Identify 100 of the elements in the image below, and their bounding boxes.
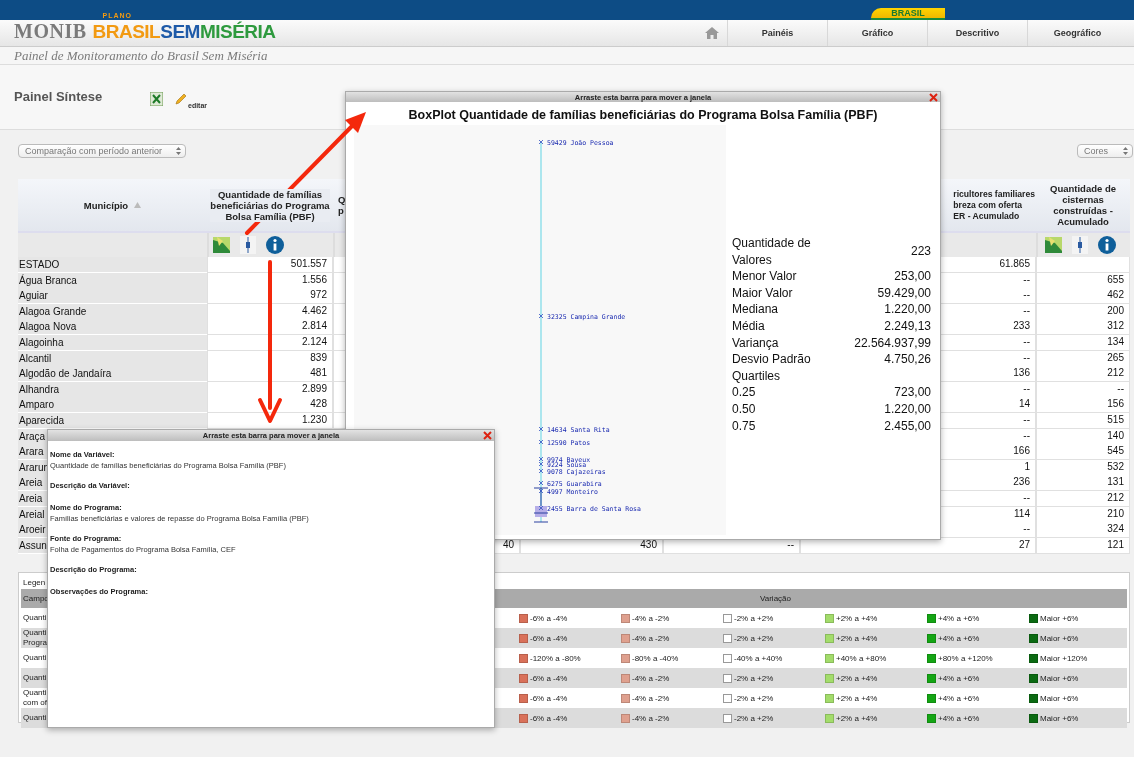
stat-label: Quartiles: [732, 367, 782, 385]
table-cell: 156: [1036, 397, 1130, 414]
range-label: -80% a -40%: [632, 653, 679, 663]
period-select[interactable]: Comparação com período anterior: [18, 144, 186, 158]
table-cell: 324: [1036, 522, 1130, 539]
legend-title: Legen: [22, 577, 47, 590]
range-label: +2% a +4%: [836, 613, 878, 623]
range-label: -4% a -2%: [632, 673, 670, 683]
boxplot-icon[interactable]: [240, 236, 256, 254]
panel-title: Painel Síntese: [14, 89, 104, 104]
column-header[interactable]: Q p: [338, 194, 346, 216]
table-cell: 312: [1036, 319, 1130, 336]
column-header[interactable]: Município: [83, 199, 129, 211]
table-cell: 131: [1036, 475, 1130, 492]
stat-label: 0.25: [732, 384, 757, 401]
field-name: Quanti: [22, 713, 47, 724]
range-label: +2% a +4%: [836, 633, 878, 643]
range-label: +4% a +6%: [938, 713, 980, 723]
close-icon[interactable]: [929, 93, 938, 102]
map-icon[interactable]: [213, 237, 230, 253]
range-label: -2% a +2%: [734, 633, 774, 643]
range-label: +4% a +6%: [938, 673, 980, 683]
map-icon[interactable]: [1045, 237, 1062, 253]
page-subtitle: Painel de Monitoramento do Brasil Sem Miséria: [0, 47, 1134, 65]
pencil-icon[interactable]: [175, 93, 187, 105]
column-header[interactable]: Quantidade de famílias beneficiárias do Programa Bolsa Família (PBF): [210, 188, 330, 222]
table-cell: 481: [207, 366, 333, 383]
range-label: -2% a +2%: [734, 673, 774, 683]
stat-label: 0.50: [732, 400, 757, 418]
logo-text: MONIB: [14, 20, 87, 43]
range-label: +2% a +4%: [836, 713, 878, 723]
range-label: Maior +6%: [1040, 713, 1079, 723]
stat-value: 22.564.937,99: [853, 334, 931, 352]
close-icon[interactable]: [483, 431, 492, 440]
logo-text: SEM: [160, 21, 200, 43]
municipality-cell: ESTADO: [18, 257, 207, 273]
nav-tab[interactable]: Geográfico: [1027, 20, 1127, 46]
chart-title: BoxPlot Quantidade de famílias beneficiárias do Programa Bolsa Família (PBF): [407, 108, 879, 122]
range-label: -4% a -2%: [632, 693, 670, 703]
range-label: +2% a +4%: [836, 693, 878, 703]
spreadsheet-icon[interactable]: [150, 92, 163, 106]
colors-select[interactable]: Cores: [1077, 144, 1133, 158]
range-label: -6% a -4%: [530, 613, 568, 623]
boxplot-icon[interactable]: [1072, 236, 1088, 254]
field-name: Quanti Progra: [22, 628, 47, 649]
range-label: Maior +6%: [1040, 673, 1079, 683]
range-label: -6% a -4%: [530, 693, 568, 703]
table-cell: 972: [207, 288, 333, 305]
range-label: +40% a +80%: [836, 653, 887, 663]
column-header[interactable]: Quantidade de cisternas construídas - Acumulado: [1050, 183, 1116, 227]
municipality-cell: Alagoa Nova: [18, 319, 207, 336]
home-icon[interactable]: [705, 27, 719, 39]
info-icon[interactable]: [1098, 236, 1116, 254]
range-label: +4% a +6%: [938, 613, 980, 623]
stat-value: 223: [909, 243, 931, 260]
range-label: -2% a +2%: [734, 693, 774, 703]
table-cell: 545: [1036, 444, 1130, 461]
table-cell: 428: [207, 397, 333, 414]
range-label: -6% a -4%: [530, 633, 568, 643]
range-label: Maior +6%: [1040, 613, 1079, 623]
nav-tab[interactable]: Descritivo: [927, 20, 1027, 46]
range-label: -2% a +2%: [734, 713, 774, 723]
range-label: -2% a +2%: [734, 613, 774, 623]
range-label: +4% a +6%: [938, 633, 980, 643]
field-name: Quanti: [22, 653, 47, 664]
range-label: -4% a -2%: [632, 613, 670, 623]
field-name: Quanti com of: [22, 688, 47, 709]
municipality-cell: Aguiar: [18, 288, 207, 305]
stat-label: Variança: [732, 334, 780, 352]
stat-label: Maior Valor: [732, 284, 794, 302]
logo-text: BRASIL: [92, 21, 161, 43]
table-cell: 501.557: [207, 257, 333, 273]
table-cell: 462: [1036, 288, 1130, 305]
caret-icon: [1123, 147, 1128, 155]
column-header[interactable]: ricultores familiares breza com oferta ER - Acumulado: [953, 188, 1035, 222]
stat-value: 4.750,26: [883, 351, 931, 368]
stat-value: 2.249,13: [883, 317, 931, 335]
table-cell: 212: [1036, 366, 1130, 383]
range-label: +2% a +4%: [836, 673, 878, 683]
municipality-cell: Algodão de Jandaíra: [18, 366, 207, 383]
stat-label: Média: [732, 317, 766, 335]
municipality-cell: Amparo: [18, 397, 207, 414]
range-label: +80% a +120%: [938, 653, 993, 663]
field-name: Quanti: [22, 673, 47, 684]
logo-text: MISÉRIA: [199, 21, 276, 43]
field-name: Quanti: [22, 613, 47, 624]
range-label: -6% a -4%: [530, 673, 568, 683]
range-label: Maior +120%: [1040, 653, 1088, 663]
stat-label: 0.75: [732, 417, 757, 435]
column-header: Variação: [759, 594, 792, 604]
range-label: -4% a -2%: [632, 713, 670, 723]
info-icon[interactable]: [266, 236, 284, 254]
range-label: -6% a -4%: [530, 713, 568, 723]
stat-label: Mediana: [732, 301, 780, 318]
range-label: Maior +6%: [1040, 633, 1079, 643]
nav-tab[interactable]: Painéis: [727, 20, 827, 46]
range-label: -4% a -2%: [632, 633, 670, 643]
stat-label: Menor Valor: [732, 268, 798, 285]
nav-tab[interactable]: Gráfico: [827, 20, 927, 46]
caret-icon: [176, 147, 181, 155]
